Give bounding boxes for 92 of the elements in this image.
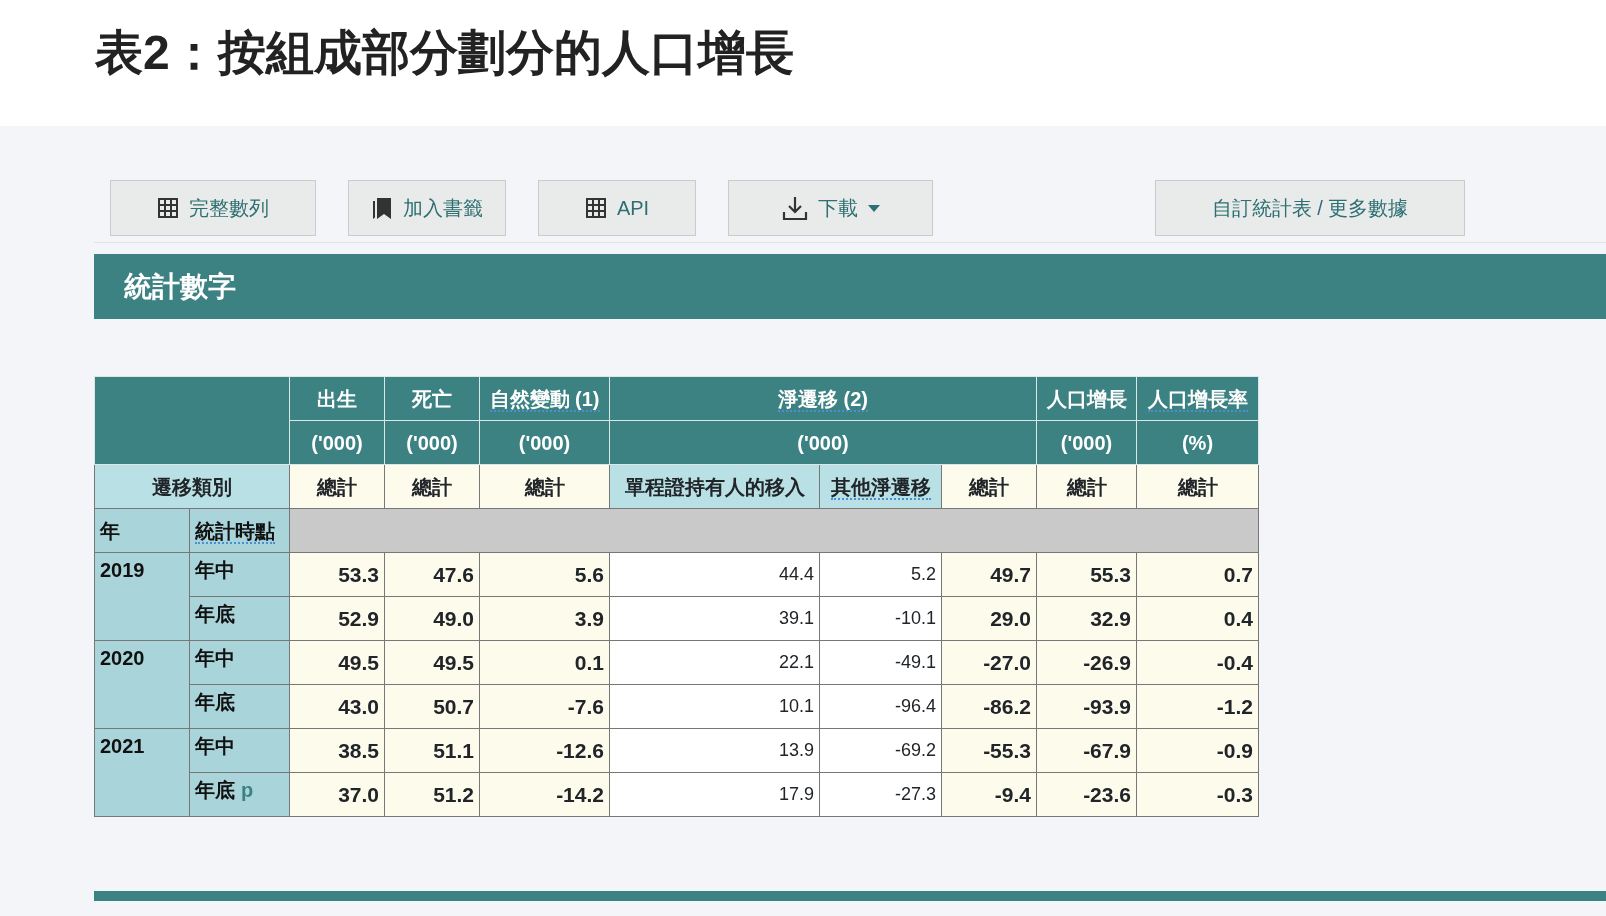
year-cell: 2019	[94, 552, 190, 641]
row-header: 年	[94, 508, 190, 553]
toolbar-button[interactable]: API	[538, 180, 696, 236]
table-cell: -27.0	[941, 640, 1037, 685]
table-cell: 13.9	[609, 728, 820, 773]
table-cell: 22.1	[609, 640, 820, 685]
table-cell: 17.9	[609, 772, 820, 817]
table-cell: -0.4	[1136, 640, 1259, 685]
sub-header: 總計	[1036, 464, 1137, 509]
year-cell: 2021	[94, 728, 190, 817]
sub-header: 總計	[384, 464, 480, 509]
table-cell: -10.1	[819, 596, 942, 641]
period-cell: 年底	[189, 684, 290, 729]
table-cell: -0.9	[1136, 728, 1259, 773]
table-cell: 37.0	[289, 772, 385, 817]
table-cell: 50.7	[384, 684, 480, 729]
sub-header: 總計	[941, 464, 1037, 509]
table-cell: -14.2	[479, 772, 610, 817]
table-cell: -86.2	[941, 684, 1037, 729]
table-cell: 44.4	[609, 552, 820, 597]
table-cell: 43.0	[289, 684, 385, 729]
toolbar-button[interactable]: 下載	[728, 180, 933, 236]
table-cell: 5.6	[479, 552, 610, 597]
table-cell: 0.7	[1136, 552, 1259, 597]
row-header: 遷移類別	[94, 464, 290, 509]
page-title: 表2：按組成部分劃分的人口增長	[95, 25, 795, 81]
provisional-label: p	[241, 779, 254, 801]
unit-header: (%)	[1136, 420, 1259, 465]
section-title: 統計數字	[94, 254, 1606, 319]
unit-header: ('000)	[479, 420, 610, 465]
table-cell: 47.6	[384, 552, 480, 597]
column-header: 淨遷移 (2)	[609, 376, 1037, 421]
toolbar-button[interactable]: 自訂統計表 / 更多數據	[1155, 180, 1465, 236]
download-icon	[781, 195, 808, 221]
table-cell: -12.6	[479, 728, 610, 773]
table-cell: -9.4	[941, 772, 1037, 817]
bookmark-icon	[371, 196, 393, 220]
grid-icon	[157, 197, 179, 219]
table-cell: 49.0	[384, 596, 480, 641]
year-cell: 2020	[94, 640, 190, 729]
period-cell: 年中	[189, 728, 290, 773]
table-cell: 52.9	[289, 596, 385, 641]
table-cell: 39.1	[609, 596, 820, 641]
table-cell: 29.0	[941, 596, 1037, 641]
table-cell: 5.2	[819, 552, 942, 597]
table-cell: 55.3	[1036, 552, 1137, 597]
sub-header: 總計	[1136, 464, 1259, 509]
table-cell: 49.7	[941, 552, 1037, 597]
table-cell: 32.9	[1036, 596, 1137, 641]
toolbar-button[interactable]: 加入書籤	[348, 180, 506, 236]
unit-header: ('000)	[384, 420, 480, 465]
period-cell: 年中	[189, 552, 290, 597]
column-header: 出生	[289, 376, 385, 421]
table-cell: -26.9	[1036, 640, 1137, 685]
table-cell: 3.9	[479, 596, 610, 641]
toolbar-button[interactable]: 完整數列	[110, 180, 316, 236]
sub-header: 其他淨遷移	[819, 464, 942, 509]
unit-header: ('000)	[1036, 420, 1137, 465]
table-cell: 0.4	[1136, 596, 1259, 641]
table-cell: -55.3	[941, 728, 1037, 773]
table-cell: 53.3	[289, 552, 385, 597]
table-cell: -96.4	[819, 684, 942, 729]
column-header: 人口增長	[1036, 376, 1137, 421]
sub-header: 總計	[479, 464, 610, 509]
table-cell: 38.5	[289, 728, 385, 773]
row-header: 統計時點	[189, 508, 290, 553]
table-cell: 51.1	[384, 728, 480, 773]
sub-header: 單程證持有人的移入	[609, 464, 820, 509]
table-cell: -67.9	[1036, 728, 1137, 773]
table-cell: 51.2	[384, 772, 480, 817]
unit-header: ('000)	[609, 420, 1037, 465]
table-cell: 49.5	[384, 640, 480, 685]
table-cell: -7.6	[479, 684, 610, 729]
table-cell: -0.3	[1136, 772, 1259, 817]
table-cell: -27.3	[819, 772, 942, 817]
table-cell: -69.2	[819, 728, 942, 773]
sub-header: 總計	[289, 464, 385, 509]
period-cell: 年中	[189, 640, 290, 685]
column-header: 人口增長率	[1136, 376, 1259, 421]
table-cell: -93.9	[1036, 684, 1137, 729]
table-cell: 49.5	[289, 640, 385, 685]
grid-icon	[584, 197, 607, 219]
table-cell: 10.1	[609, 684, 820, 729]
column-header: 自然變動 (1)	[479, 376, 610, 421]
table-cell: 0.1	[479, 640, 610, 685]
period-cell: 年底	[189, 596, 290, 641]
unit-header: ('000)	[289, 420, 385, 465]
period-label: 年底	[195, 779, 235, 801]
table-cell: -23.6	[1036, 772, 1137, 817]
table-cell: -1.2	[1136, 684, 1259, 729]
table-cell: -49.1	[819, 640, 942, 685]
column-header: 死亡	[384, 376, 480, 421]
